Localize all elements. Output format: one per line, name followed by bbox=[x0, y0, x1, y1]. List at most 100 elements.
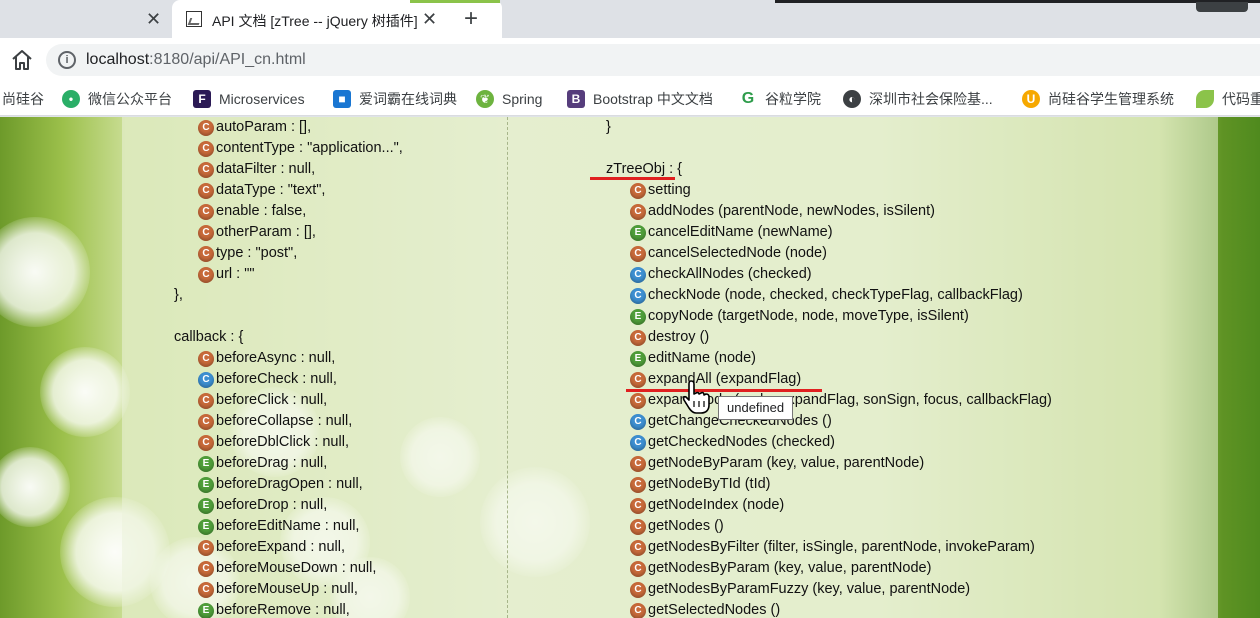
bookmark-item[interactable]: U 尚硅谷学生管理系统 bbox=[1022, 88, 1174, 110]
code-line[interactable]: EcopyNode (targetNode, node, moveType, i… bbox=[630, 306, 969, 327]
bookmark-item[interactable]: 尚硅谷 bbox=[2, 88, 44, 110]
code-line[interactable]: CbeforeAsync : null, bbox=[198, 348, 335, 369]
code-line[interactable]: CcheckAllNodes (checked) bbox=[630, 264, 812, 285]
code-line: callback : { bbox=[174, 327, 243, 348]
code-line[interactable]: CexpandAll (expandFlag) bbox=[630, 369, 801, 390]
code-line[interactable]: Curl : "" bbox=[198, 264, 255, 285]
code-line[interactable]: CgetCheckedNodes (checked) bbox=[630, 432, 835, 453]
code-text: getNodeByParam (key, value, parentNode) bbox=[648, 455, 925, 471]
tab-previous[interactable]: ✕ bbox=[0, 0, 172, 38]
code-text: }, bbox=[174, 287, 183, 303]
address-bar[interactable]: i localhost:8180/api/API_cn.html bbox=[46, 44, 1260, 76]
code-text: beforeDblClick : null, bbox=[216, 434, 349, 450]
code-line[interactable]: CgetNodeIndex (node) bbox=[630, 495, 784, 516]
bookmark-item[interactable]: F Microservices bbox=[193, 88, 305, 110]
home-icon[interactable] bbox=[10, 48, 34, 72]
globe-icon: ◐ bbox=[843, 90, 861, 108]
code-line[interactable]: EeditName (node) bbox=[630, 348, 756, 369]
api-type-badge-icon: C bbox=[198, 539, 214, 556]
url-text[interactable]: localhost:8180/api/API_cn.html bbox=[86, 51, 306, 69]
window-controls[interactable] bbox=[1196, 2, 1248, 12]
code-text: beforeRemove : null, bbox=[216, 602, 350, 618]
tab-close-icon[interactable]: ✕ bbox=[146, 9, 161, 29]
code-line[interactable]: EbeforeDragOpen : null, bbox=[198, 474, 363, 495]
bookmark-item[interactable]: 代码重 bbox=[1196, 88, 1260, 110]
api-type-badge-icon: C bbox=[198, 560, 214, 577]
code-line[interactable]: EcancelEditName (newName) bbox=[630, 222, 833, 243]
code-line[interactable]: CcheckNode (node, checked, checkTypeFlag… bbox=[630, 285, 1023, 306]
code-line[interactable]: EbeforeDrop : null, bbox=[198, 495, 327, 516]
bookmark-item[interactable]: ◐ 深圳市社会保险基... bbox=[843, 88, 993, 110]
code-line[interactable]: CbeforeClick : null, bbox=[198, 390, 327, 411]
code-text: dataFilter : null, bbox=[216, 161, 316, 177]
api-type-badge-icon: C bbox=[198, 413, 214, 430]
bookmark-label: 微信公众平台 bbox=[88, 91, 172, 107]
code-line[interactable]: CbeforeCheck : null, bbox=[198, 369, 337, 390]
api-type-badge-icon: C bbox=[630, 455, 646, 472]
code-line[interactable]: CdataType : "text", bbox=[198, 180, 325, 201]
code-line[interactable]: CautoParam : [], bbox=[198, 117, 311, 138]
page-content: CautoParam : [], CcontentType : "applicat… bbox=[0, 117, 1260, 618]
bookmark-item[interactable]: • 微信公众平台 bbox=[62, 88, 172, 110]
code-line[interactable]: Csetting bbox=[630, 180, 691, 201]
bookmark-item[interactable]: ■ 爱词霸在线词典 bbox=[333, 88, 457, 110]
api-type-badge-icon: C bbox=[630, 518, 646, 535]
tab-active[interactable]: API 文档 [zTree -- jQuery 树插件] ✕ bbox=[172, 0, 502, 38]
api-type-badge-icon: E bbox=[198, 497, 214, 514]
site-info-icon[interactable]: i bbox=[58, 51, 76, 69]
code-line[interactable]: CaddNodes (parentNode, newNodes, isSilen… bbox=[630, 201, 935, 222]
code-text: getSelectedNodes () bbox=[648, 602, 781, 618]
tab-close-icon[interactable]: ✕ bbox=[422, 9, 437, 29]
api-type-badge-icon: C bbox=[198, 392, 214, 409]
api-type-badge-icon: C bbox=[630, 476, 646, 493]
code-line[interactable]: CgetNodesByParam (key, value, parentNode… bbox=[630, 558, 931, 579]
bookmark-label: 代码重 bbox=[1222, 91, 1260, 107]
code-line[interactable]: CgetNodes () bbox=[630, 516, 724, 537]
code-line[interactable]: CgetNodeByParam (key, value, parentNode) bbox=[630, 453, 924, 474]
code-text: getNodesByFilter (filter, isSingle, pare… bbox=[648, 539, 1035, 555]
code-line[interactable]: CcontentType : "application...", bbox=[198, 138, 403, 159]
code-text: cancelEditName (newName) bbox=[648, 224, 833, 240]
bokeh-decoration bbox=[40, 347, 130, 437]
code-text: getNodesByParamFuzzy (key, value, parent… bbox=[648, 581, 971, 597]
code-line[interactable]: CgetNodesByFilter (filter, isSingle, par… bbox=[630, 537, 1035, 558]
code-line[interactable]: Ctype : "post", bbox=[198, 243, 297, 264]
code-line: }, bbox=[174, 285, 183, 306]
bokeh-decoration bbox=[0, 447, 70, 527]
code-line[interactable]: CbeforeExpand : null, bbox=[198, 537, 345, 558]
u-icon: U bbox=[1022, 90, 1040, 108]
code-text: beforeMouseUp : null, bbox=[216, 581, 358, 597]
code-line[interactable]: CotherParam : [], bbox=[198, 222, 316, 243]
code-text: beforeDrag : null, bbox=[216, 455, 328, 471]
bookmarks-bar: 尚硅谷 • 微信公众平台 F Microservices ■ 爱词霸在线词典 ❦… bbox=[0, 82, 1260, 116]
f-icon: F bbox=[193, 90, 211, 108]
code-line[interactable]: CcancelSelectedNode (node) bbox=[630, 243, 827, 264]
api-type-badge-icon: C bbox=[198, 581, 214, 598]
code-line[interactable]: CdataFilter : null, bbox=[198, 159, 315, 180]
api-type-badge-icon: C bbox=[198, 371, 214, 388]
bookmark-label: 谷粒学院 bbox=[765, 91, 821, 107]
code-line[interactable]: CbeforeMouseUp : null, bbox=[198, 579, 358, 600]
bookmark-item[interactable]: B Bootstrap 中文文档 bbox=[567, 88, 713, 110]
highlight-underline bbox=[626, 389, 822, 392]
code-line[interactable]: EbeforeRemove : null, bbox=[198, 600, 350, 618]
g-icon: G bbox=[741, 90, 755, 107]
code-line[interactable]: CbeforeMouseDown : null, bbox=[198, 558, 376, 579]
code-text: getNodes () bbox=[648, 518, 724, 534]
code-line[interactable]: Cdestroy () bbox=[630, 327, 709, 348]
code-line[interactable]: CgetSelectedNodes () bbox=[630, 600, 780, 618]
code-line[interactable]: EbeforeEditName : null, bbox=[198, 516, 359, 537]
api-type-badge-icon: C bbox=[630, 287, 646, 304]
code-line[interactable]: CbeforeDblClick : null, bbox=[198, 432, 349, 453]
code-line[interactable]: CgetNodesByParamFuzzy (key, value, paren… bbox=[630, 579, 970, 600]
bookmark-item[interactable]: ❦ Spring bbox=[476, 88, 542, 110]
code-text: cancelSelectedNode (node) bbox=[648, 245, 827, 261]
api-type-badge-icon: E bbox=[198, 455, 214, 472]
api-type-badge-icon: C bbox=[630, 560, 646, 577]
new-tab-button[interactable]: + bbox=[464, 5, 478, 33]
code-line[interactable]: CgetNodeByTId (tId) bbox=[630, 474, 771, 495]
code-line[interactable]: EbeforeDrag : null, bbox=[198, 453, 327, 474]
code-line[interactable]: CbeforeCollapse : null, bbox=[198, 411, 352, 432]
bookmark-item[interactable]: G 谷粒学院 bbox=[739, 88, 821, 110]
code-line[interactable]: Cenable : false, bbox=[198, 201, 306, 222]
